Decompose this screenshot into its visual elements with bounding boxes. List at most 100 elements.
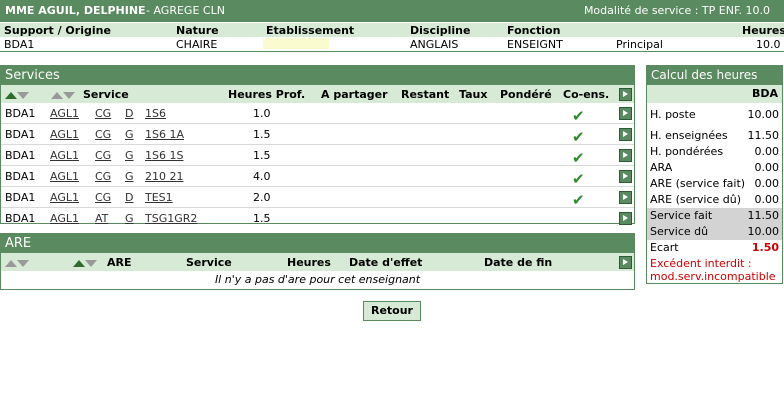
sort-are-support[interactable] (5, 257, 29, 270)
services-table-header: Service Heures Prof. A partager Restant … (1, 85, 634, 103)
nature-value: CHAIRE (176, 38, 218, 51)
sort-asc-icon[interactable] (73, 260, 85, 267)
add-are-icon[interactable] (619, 256, 632, 269)
col-service: Service (83, 88, 129, 101)
row-heures: 4.0 (253, 170, 271, 183)
row-type-link[interactable]: CG (95, 128, 111, 141)
row-type-link[interactable]: CG (95, 107, 111, 120)
are-panel: ARE ARE Service Heures Date d'effet Date… (0, 233, 635, 290)
row-mode-link[interactable]: D (125, 107, 133, 120)
service-row: BDA1 AGL1 AT G TSG1GR2 1.5 (1, 208, 634, 228)
excedent-warning: Excédent interdit : mod.serv.incompatibl… (647, 257, 782, 283)
sort-asc-icon[interactable] (5, 260, 17, 267)
row-code-link[interactable]: AGL1 (50, 212, 79, 225)
calcul-col-bda: BDA (751, 87, 778, 100)
services-title: Services (1, 66, 634, 85)
sort-asc-icon[interactable] (51, 92, 63, 99)
calc-value: 0.00 (754, 177, 780, 190)
service-row: BDA1 AGL1 CG G 1S6 1S 1.5 ✔ (1, 145, 634, 167)
row-mode-link[interactable]: G (125, 212, 134, 225)
calc-value: 10.00 (747, 108, 780, 121)
row-code-link[interactable]: AGL1 (50, 149, 79, 162)
are-title: ARE (1, 234, 634, 253)
calc-label: H. enseignées (650, 129, 728, 142)
sort-asc-icon[interactable] (5, 92, 17, 99)
row-mode-link[interactable]: G (125, 170, 134, 183)
fonction-type-value: Principal (616, 38, 663, 51)
calc-value: 10.00 (747, 225, 780, 238)
calc-row-h-enseignees: H. enseignées 11.50 (647, 128, 782, 144)
calc-label: Service dû (650, 225, 709, 238)
etablissement-value (263, 38, 329, 49)
row-class-link[interactable]: 1S6 (145, 107, 166, 120)
row-go-icon[interactable] (619, 191, 632, 204)
calc-value: 11.50 (747, 209, 780, 222)
add-service-icon[interactable] (619, 88, 632, 101)
calc-value: 0.00 (754, 161, 780, 174)
col-date-fin: Date de fin (484, 256, 553, 269)
sort-desc-icon[interactable] (17, 260, 29, 267)
ecart-value: 1.50 (751, 241, 779, 254)
support-table-header: Support / Origine Nature Etablissement D… (0, 23, 784, 37)
col-etablissement: Etablissement (266, 24, 355, 37)
calc-value: 0.00 (754, 145, 780, 158)
row-heures: 2.0 (253, 191, 271, 204)
col-fonction: Fonction (507, 24, 561, 37)
col-taux: Taux (459, 88, 488, 101)
row-code-link[interactable]: AGL1 (50, 191, 79, 204)
calc-label: Service fait (650, 209, 713, 222)
calc-row-are-fait: ARE (service fait) 0.00 (647, 176, 782, 192)
teacher-header-bar: MME AGUIL, DELPHINE - AGREGE CLN Modalit… (0, 0, 784, 22)
col-are-service: Service (186, 256, 232, 269)
row-mode-link[interactable]: G (125, 128, 134, 141)
sort-support[interactable] (5, 89, 29, 102)
col-nature: Nature (176, 24, 219, 37)
col-are: ARE (107, 256, 132, 269)
calcul-header: BDA (647, 85, 782, 103)
service-row: BDA1 AGL1 CG G 1S6 1A 1.5 ✔ (1, 124, 634, 146)
sort-service[interactable] (51, 89, 75, 102)
row-type-link[interactable]: CG (95, 149, 111, 162)
row-type-link[interactable]: CG (95, 191, 111, 204)
calcul-panel: Calcul des heures BDA H. poste 10.00 H. … (646, 65, 783, 284)
sort-are[interactable] (73, 257, 97, 270)
co-ens-check-icon: ✔ (572, 128, 585, 146)
retour-button[interactable]: Retour (363, 301, 421, 321)
sort-desc-icon[interactable] (17, 92, 29, 99)
co-ens-check-icon: ✔ (572, 107, 585, 125)
row-go-icon[interactable] (619, 149, 632, 162)
calcul-title: Calcul des heures (647, 66, 782, 85)
teacher-grade: - AGREGE CLN (146, 4, 225, 17)
co-ens-check-icon: ✔ (572, 170, 585, 188)
row-code-link[interactable]: AGL1 (50, 107, 79, 120)
row-go-icon[interactable] (619, 128, 632, 141)
row-class-link[interactable]: 1S6 1S (145, 149, 183, 162)
row-code-link[interactable]: AGL1 (50, 128, 79, 141)
row-type-link[interactable]: AT (95, 212, 108, 225)
col-support-origine: Support / Origine (4, 24, 111, 37)
row-class-link[interactable]: TSG1GR2 (145, 212, 197, 225)
sort-desc-icon[interactable] (63, 92, 75, 99)
calc-row-h-poste: H. poste 10.00 (647, 107, 782, 126)
support-value: BDA1 (4, 38, 35, 51)
co-ens-check-icon: ✔ (572, 149, 585, 167)
service-row: BDA1 AGL1 CG D 1S6 1.0 ✔ (1, 103, 634, 125)
col-heures-prof: Heures Prof. (228, 88, 306, 101)
teacher-name: MME AGUIL, DELPHINE (5, 4, 146, 17)
row-class-link[interactable]: TES1 (145, 191, 173, 204)
row-heures: 1.5 (253, 149, 271, 162)
row-go-icon[interactable] (619, 212, 632, 225)
row-class-link[interactable]: 210 21 (145, 170, 184, 183)
row-code-link[interactable]: AGL1 (50, 170, 79, 183)
heures-value: 10.0 (756, 38, 781, 51)
row-go-icon[interactable] (619, 170, 632, 183)
row-go-icon[interactable] (619, 107, 632, 120)
row-mode-link[interactable]: G (125, 149, 134, 162)
row-type-link[interactable]: CG (95, 170, 111, 183)
row-mode-link[interactable]: D (125, 191, 133, 204)
calc-row-ara: ARA 0.00 (647, 160, 782, 176)
sort-desc-icon[interactable] (85, 260, 97, 267)
row-class-link[interactable]: 1S6 1A (145, 128, 184, 141)
service-row: BDA1 AGL1 CG G 210 21 4.0 ✔ (1, 166, 634, 188)
discipline-value: ANGLAIS (410, 38, 459, 51)
